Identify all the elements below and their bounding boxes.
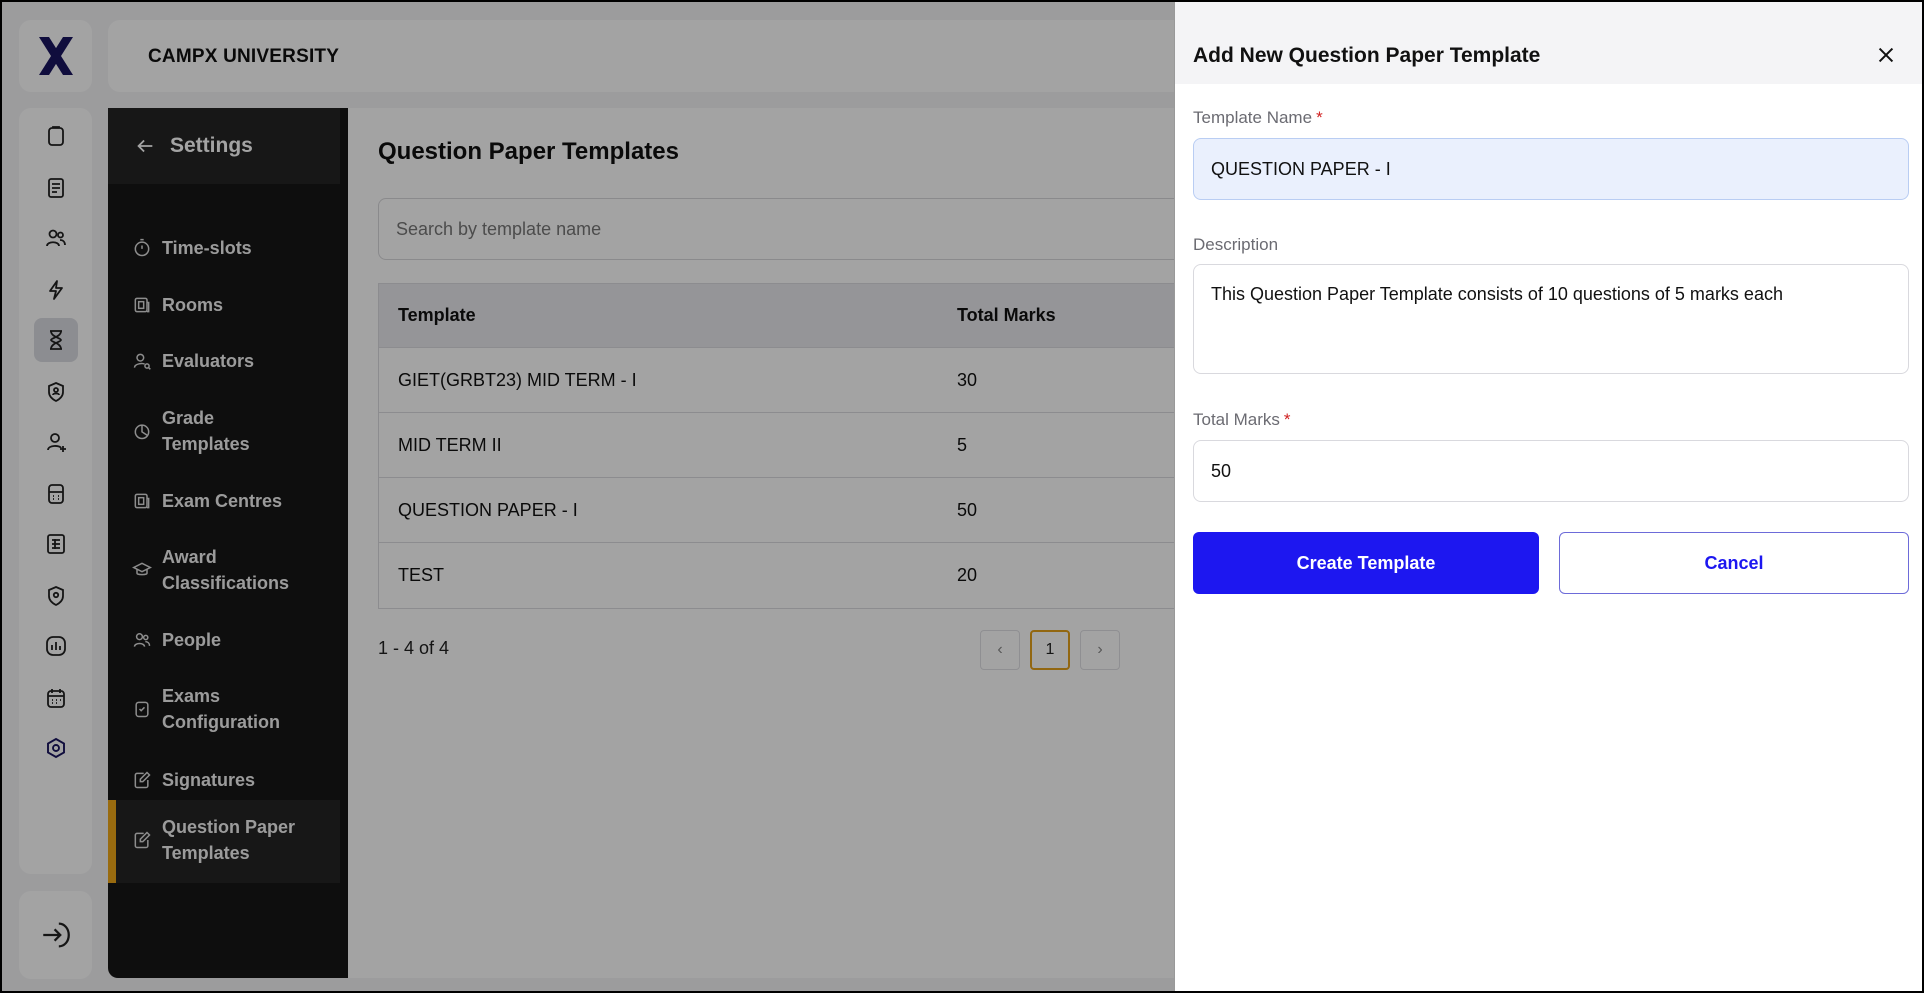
add-template-drawer: Add New Question Paper Template Template… <box>1174 2 1922 991</box>
close-button[interactable] <box>1870 39 1902 71</box>
drawer-title: Add New Question Paper Template <box>1193 44 1541 67</box>
total-marks-label-text: Total Marks <box>1193 410 1280 429</box>
template-name-input[interactable] <box>1193 138 1909 200</box>
template-name-label: Template Name * <box>1193 108 1323 128</box>
required-mark: * <box>1316 108 1323 127</box>
template-name-label-text: Template Name <box>1193 108 1313 127</box>
total-marks-input[interactable] <box>1193 440 1909 502</box>
total-marks-label: Total Marks * <box>1193 410 1291 430</box>
cancel-button[interactable]: Cancel <box>1559 532 1909 594</box>
description-input[interactable]: This Question Paper Template consists of… <box>1193 264 1909 374</box>
required-mark: * <box>1283 410 1291 429</box>
create-template-button[interactable]: Create Template <box>1193 532 1539 594</box>
drawer-header: Add New Question Paper Template <box>1175 2 1922 84</box>
close-icon <box>1878 47 1894 63</box>
app-frame: CAMPX UNIVERSITY Settings Time-slots Roo… <box>0 0 1924 993</box>
description-label: Description <box>1193 235 1279 254</box>
